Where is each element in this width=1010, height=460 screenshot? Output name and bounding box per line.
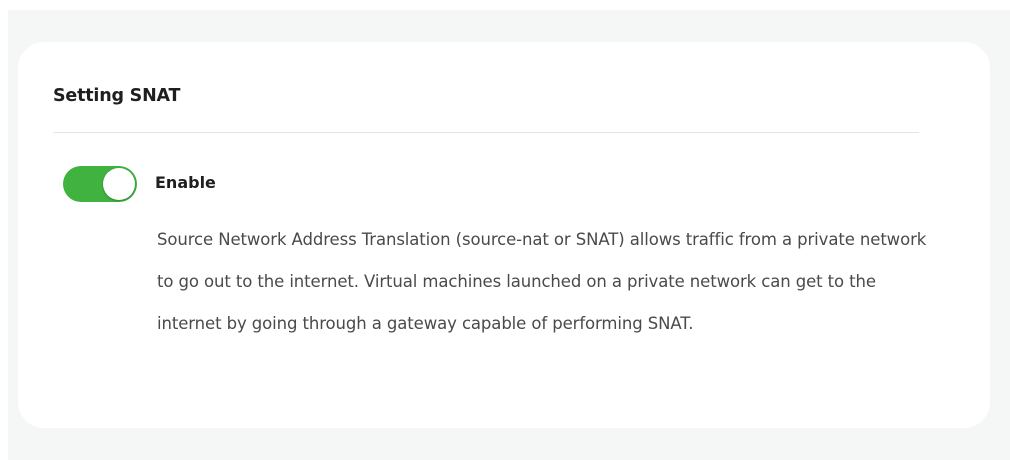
- section-title: Setting SNAT: [53, 86, 181, 106]
- enable-snat-toggle[interactable]: [63, 166, 137, 202]
- section-divider: [53, 132, 919, 133]
- toggle-knob: [103, 168, 135, 200]
- enable-toggle-label: Enable: [155, 173, 216, 192]
- snat-description: Source Network Address Translation (sour…: [157, 230, 927, 333]
